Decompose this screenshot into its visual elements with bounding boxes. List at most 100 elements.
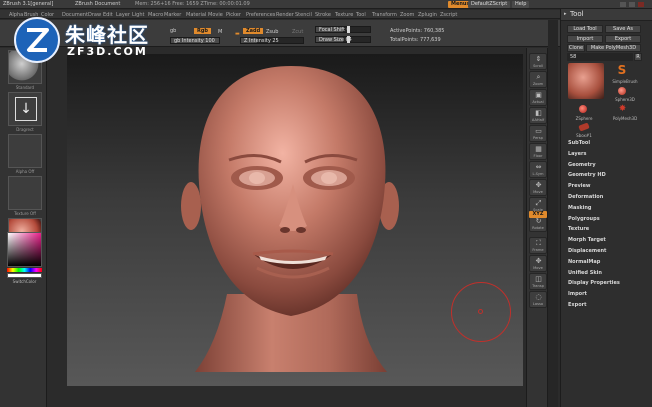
- sphere3d-icon[interactable]: [618, 87, 626, 95]
- subpalette-texture[interactable]: Texture: [568, 226, 589, 232]
- lasso-lower-button[interactable]: ◌ Lasso: [529, 291, 547, 308]
- subpalette-export[interactable]: Export: [568, 302, 587, 308]
- floor-button[interactable]: ▦ Floor: [529, 143, 547, 160]
- tool-count-slider[interactable]: 58: [567, 53, 633, 61]
- menu-zplugin[interactable]: Zplugin: [418, 12, 437, 18]
- left-shelf: Standard ↓ Dragrect Alpha Off Texture Of…: [0, 48, 47, 407]
- subpalette-geometry[interactable]: Geometry: [568, 162, 596, 168]
- arrow-down-icon: ↓: [15, 97, 37, 121]
- memory-stats: Mem: 256+16 Free: 1659 ZTime: 00:00:01.0…: [135, 1, 250, 7]
- logo-url-text: ZF3D.COM: [67, 45, 148, 58]
- clone-button[interactable]: Clone: [567, 44, 585, 52]
- zsphere-label: ZSphere: [575, 116, 593, 121]
- move-lower-button[interactable]: ✥ Move: [529, 255, 547, 272]
- simplebrush-icon[interactable]: S: [615, 63, 629, 77]
- subpalette-displacement[interactable]: Displacement: [568, 248, 606, 254]
- right-scrollbar[interactable]: [548, 20, 558, 407]
- frame-lower-button[interactable]: ⛶ Frame: [529, 237, 547, 254]
- actual-button[interactable]: ▣ Actual: [529, 89, 547, 106]
- minimize-button[interactable]: [620, 2, 626, 7]
- right-shelf-label: Lasso: [532, 302, 544, 306]
- canvas-viewport[interactable]: [67, 54, 523, 386]
- document-title: ZBrush Document: [75, 1, 121, 7]
- menu-picker[interactable]: Picker: [226, 12, 241, 18]
- scroll-icon: ⇕: [535, 55, 542, 63]
- aahalf-button[interactable]: ◧ AAHalf: [529, 107, 547, 124]
- import-button[interactable]: Import: [567, 35, 603, 43]
- make-polymesh3d-button[interactable]: Make PolyMesh3D: [586, 44, 641, 52]
- sbox-icon[interactable]: [578, 122, 590, 132]
- zsub-button[interactable]: Zsub: [266, 29, 278, 35]
- stroke-thumbnail[interactable]: ↓: [8, 92, 42, 126]
- tool-palette: ▸ Tool Load Tool Save As Import Export C…: [560, 9, 652, 407]
- switch-color-button[interactable]: SwitchColor: [7, 279, 42, 285]
- current-tool-thumbnail[interactable]: [568, 63, 604, 99]
- hue-strip[interactable]: [7, 268, 42, 272]
- subpalette-masking[interactable]: Masking: [568, 205, 592, 211]
- subpalette-display-properties[interactable]: Display Properties: [568, 280, 620, 286]
- texture-thumbnail[interactable]: [8, 176, 42, 210]
- app-title: ZBrush 3.1[general]: [3, 1, 54, 7]
- zadd-button[interactable]: Zadd: [243, 28, 264, 34]
- subpalette-layers[interactable]: Layers: [568, 151, 587, 157]
- help-button[interactable]: Help: [512, 1, 530, 8]
- tool-palette-header[interactable]: ▸ Tool: [561, 9, 652, 21]
- menu-movie[interactable]: Movie: [208, 12, 223, 18]
- right-shelf-label: Move: [533, 190, 543, 194]
- right-shelf-label: Actual: [532, 100, 544, 104]
- export-button[interactable]: Export: [605, 35, 641, 43]
- menu-preferences[interactable]: Preferences: [246, 12, 275, 18]
- subpalette-geometry-hd[interactable]: Geometry HD: [568, 172, 606, 178]
- load-tool-button[interactable]: Load Tool: [567, 25, 603, 33]
- scroll-button[interactable]: ⇕ Scroll: [529, 53, 547, 70]
- menu-texture[interactable]: Texture: [335, 12, 353, 18]
- zsphere-icon[interactable]: [579, 105, 587, 113]
- alpha-label: Alpha Off: [15, 169, 35, 174]
- polymesh3d-icon[interactable]: ✸: [618, 105, 627, 114]
- aahalf-icon: ◧: [535, 109, 542, 117]
- zcut-button[interactable]: Zcut: [292, 29, 303, 35]
- transp-lower-button[interactable]: ◫ Transp: [529, 273, 547, 290]
- draw-size-slider[interactable]: Draw Size 64: [315, 36, 371, 43]
- menu-transform[interactable]: Transform: [372, 12, 397, 18]
- subpalette-preview[interactable]: Preview: [568, 183, 591, 189]
- right-shelf-label: Zoom: [532, 82, 544, 86]
- color-picker[interactable]: [7, 232, 42, 267]
- zoom-button[interactable]: ⌕ Zoom: [529, 71, 547, 88]
- focal-shift-slider[interactable]: Focal Shift 0: [315, 26, 371, 33]
- lasso-icon: ◌: [535, 293, 542, 301]
- alpha-thumbnail[interactable]: [8, 134, 42, 168]
- right-shelf-label: AAHalf: [531, 118, 545, 122]
- z-intensity-slider[interactable]: Z Intensity 25: [240, 37, 304, 44]
- move-icon: ✥: [535, 181, 542, 189]
- menu-zoom[interactable]: Zoom: [400, 12, 414, 18]
- frame-icon: ⛶: [536, 239, 541, 247]
- xyz-symmetry-button[interactable]: XYZ: [529, 211, 547, 218]
- rotate-icon: ↻: [535, 217, 542, 225]
- subpalette-subtool[interactable]: SubTool: [568, 140, 590, 146]
- save-as-button[interactable]: Save As: [605, 25, 641, 33]
- persp-button[interactable]: ▭ Persp: [529, 125, 547, 142]
- secondary-color-swatch[interactable]: [7, 273, 42, 278]
- close-button[interactable]: [638, 2, 644, 7]
- sculpted-head: [181, 66, 399, 372]
- subpalette-morph-target[interactable]: Morph Target: [568, 237, 606, 243]
- menu-stencil[interactable]: Stencil: [295, 12, 312, 18]
- subpalette-unified-skin[interactable]: Unified Skin: [568, 270, 602, 276]
- subpalette-normalmap[interactable]: NormalMap: [568, 259, 600, 265]
- menu-stroke[interactable]: Stroke: [315, 12, 331, 18]
- subpalette-import[interactable]: Import: [568, 291, 587, 297]
- default-zscript-button[interactable]: DefaultZScript: [468, 1, 511, 8]
- menu-render[interactable]: Render: [276, 12, 294, 18]
- menu-tool[interactable]: Tool: [356, 12, 366, 18]
- m-button[interactable]: M: [218, 29, 222, 35]
- maximize-button[interactable]: [629, 2, 635, 7]
- subpalette-polygroups[interactable]: Polygroups: [568, 216, 600, 222]
- lsym-button[interactable]: ⇔ L.Sym: [529, 161, 547, 178]
- brush-cursor-center: [478, 309, 483, 314]
- move-button[interactable]: ✥ Move: [529, 179, 547, 196]
- subpalette-deformation[interactable]: Deformation: [568, 194, 603, 200]
- r-button[interactable]: R: [634, 53, 642, 61]
- collapse-icon: ▸: [564, 11, 567, 17]
- menu-zscript[interactable]: Zscript: [440, 12, 457, 18]
